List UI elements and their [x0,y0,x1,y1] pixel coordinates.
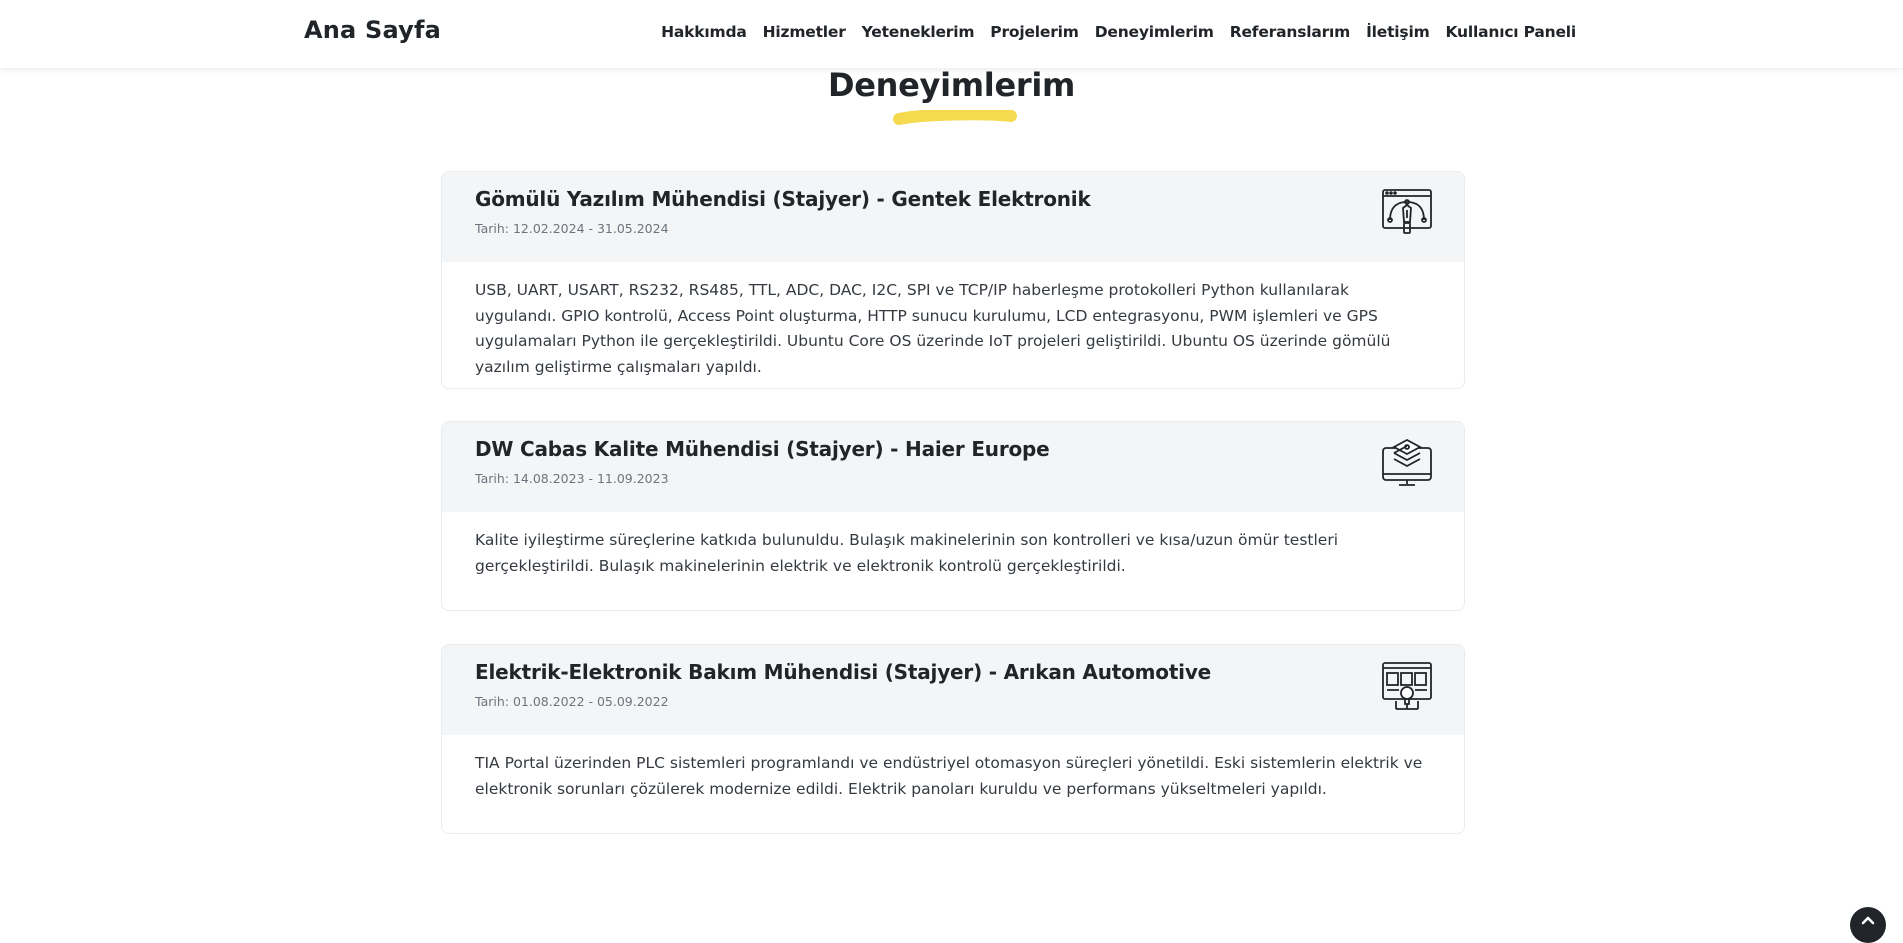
nav-link-yeteneklerim[interactable]: Yeteneklerim [862,23,975,41]
experience-date: Tarih: 14.08.2023 - 11.09.2023 [475,471,669,486]
experience-card: Gömülü Yazılım Mühendisi (Stajyer) - Gen… [441,171,1465,389]
experience-date: Tarih: 01.08.2022 - 05.09.2022 [475,694,669,709]
experience-date: Tarih: 12.02.2024 - 31.05.2024 [475,221,669,236]
nav-link-hakkimda[interactable]: Hakkımda [661,23,747,41]
experience-title: DW Cabas Kalite Mühendisi (Stajyer) - Ha… [475,437,1050,461]
nav-link-referanslarim[interactable]: Referanslarım [1230,23,1351,41]
experience-title: Elektrik-Elektronik Bakım Mühendisi (Sta… [475,660,1212,684]
nav-links: Hakkımda Hizmetler Yeteneklerim Projeler… [661,22,1576,41]
web-design-pen-icon [1382,189,1432,234]
nav-link-kullanici-paneli[interactable]: Kullanıcı Paneli [1446,23,1577,41]
experience-card-header: DW Cabas Kalite Mühendisi (Stajyer) - Ha… [442,422,1464,512]
experience-card-header: Elektrik-Elektronik Bakım Mühendisi (Sta… [442,645,1464,735]
brand-link[interactable]: Ana Sayfa [304,16,441,44]
navbar: Ana Sayfa Hakkımda Hizmetler Yetenekleri… [0,0,1903,68]
experience-description: TIA Portal üzerinden PLC sistemleri prog… [475,754,1423,798]
experience-description: Kalite iyileştirme süreçlerine katkıda b… [475,531,1338,575]
experience-title: Gömülü Yazılım Mühendisi (Stajyer) - Gen… [475,187,1091,211]
experience-description: USB, UART, USART, RS232, RS485, TTL, ADC… [475,281,1391,376]
nav-link-iletisim[interactable]: İletişim [1366,23,1430,41]
experience-card-header: Gömülü Yazılım Mühendisi (Stajyer) - Gen… [442,172,1464,262]
monitor-bulb-icon [1382,662,1432,710]
nav-link-hizmetler[interactable]: Hizmetler [763,23,846,41]
nav-link-projelerim[interactable]: Projelerim [990,23,1079,41]
section-title: Deneyimlerim [827,66,1076,104]
nav-link-deneyimlerim[interactable]: Deneyimlerim [1095,23,1214,41]
title-underline [893,110,1017,125]
monitor-layers-icon [1382,438,1432,486]
scroll-to-top-button[interactable] [1850,907,1886,943]
chevron-up-icon [1861,916,1875,925]
experience-card: Elektrik-Elektronik Bakım Mühendisi (Sta… [441,644,1465,834]
experience-card: DW Cabas Kalite Mühendisi (Stajyer) - Ha… [441,421,1465,611]
